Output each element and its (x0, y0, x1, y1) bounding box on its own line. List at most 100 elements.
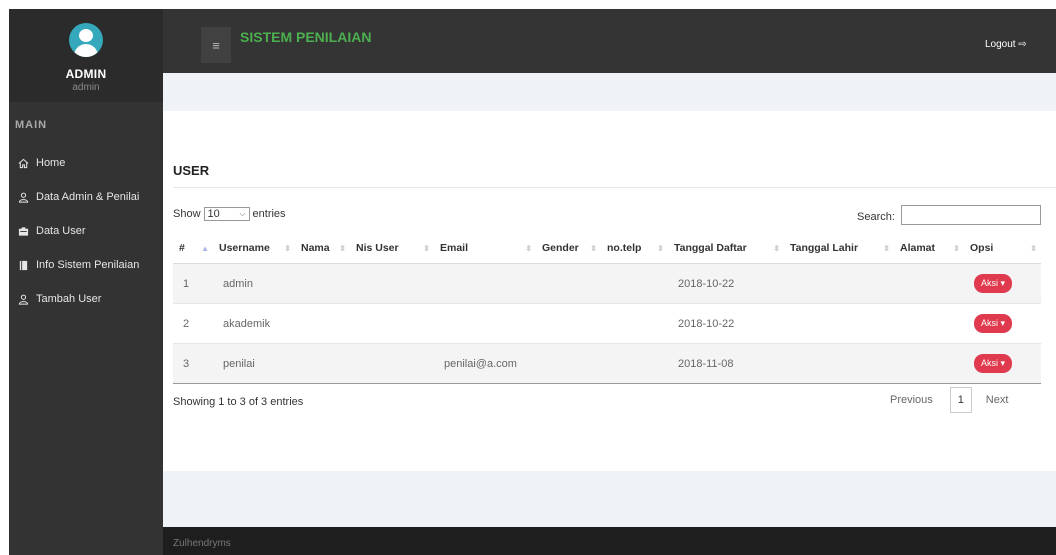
breadcrumb-bar (163, 73, 1056, 111)
top-header: ≡ SISTEM PENILAIAN Logout ⇨ (163, 9, 1056, 73)
cell-opsi: Aksi ▾ (964, 304, 1041, 344)
sidebar-section-title: MAIN (15, 119, 47, 131)
profile-panel: ADMIN admin (9, 9, 163, 102)
sidebar-item-label: Info Sistem Penilaian (36, 259, 139, 271)
footer: Zulhendryms (163, 527, 1056, 555)
column-header-nama[interactable]: Nama⬍ (295, 233, 350, 264)
avatar (69, 23, 103, 57)
pagination-previous[interactable]: Previous (890, 394, 933, 406)
cell-tanggal-daftar: 2018-10-22 (668, 264, 784, 304)
cell-gender (536, 264, 601, 304)
column-header-email[interactable]: Email⬍ (434, 233, 536, 264)
column-header-tanggal-lahir[interactable]: Tanggal Lahir⬍ (784, 233, 894, 264)
sidebar-item-info-sistem[interactable]: Info Sistem Penilaian (9, 248, 163, 282)
sort-icon: ⬍ (953, 244, 960, 253)
sidebar-item-tambah-user[interactable]: Tambah User (9, 282, 163, 316)
search-input[interactable] (901, 205, 1041, 225)
sidebar-item-label: Tambah User (36, 293, 101, 305)
column-header-tanggal-daftar[interactable]: Tanggal Daftar⬍ (668, 233, 784, 264)
sort-asc-icon: ▲ (201, 244, 209, 253)
cell-tanggal-lahir (784, 264, 894, 304)
entries-label: entries (253, 208, 286, 220)
cell-username: penilai (213, 344, 295, 384)
user-icon (16, 294, 30, 305)
app-title: SISTEM PENILAIAN (240, 29, 371, 45)
sidebar-item-label: Data User (36, 225, 86, 237)
sort-icon: ⬍ (657, 244, 664, 253)
cell-nis (350, 344, 434, 384)
cell-no: 1 (173, 264, 213, 304)
sort-icon: ⬍ (590, 244, 597, 253)
table-row: 1 admin 2018-10-22 Aksi ▾ (173, 264, 1041, 304)
table-header-row: #▲ Username⬍ Nama⬍ Nis User⬍ Email⬍ Gend… (173, 233, 1041, 264)
column-header-no-telp[interactable]: no.telp⬍ (601, 233, 668, 264)
sort-icon: ⬍ (284, 244, 291, 253)
chevron-down-icon: ⌵ (239, 209, 245, 219)
sort-icon: ⬍ (1030, 244, 1037, 253)
pagination-page-1[interactable]: 1 (950, 387, 972, 413)
sidebar-item-label: Home (36, 157, 65, 169)
book-icon (16, 260, 30, 271)
pagination-next[interactable]: Next (986, 394, 1009, 406)
sidebar-item-label: Data Admin & Penilai (36, 191, 139, 203)
cell-nama (295, 264, 350, 304)
hamburger-icon: ≡ (212, 38, 220, 53)
cell-no: 3 (173, 344, 213, 384)
sidebar: ADMIN admin MAIN Home Data Admin & Penil… (9, 9, 163, 555)
cell-gender (536, 344, 601, 384)
cell-telp (601, 264, 668, 304)
aksi-dropdown-button[interactable]: Aksi ▾ (974, 354, 1012, 373)
cell-email (434, 264, 536, 304)
pagination: Previous 1 Next (890, 387, 1008, 413)
cell-no: 2 (173, 304, 213, 344)
user-icon (16, 192, 30, 203)
entries-length-control: Show 10 ⌵ entries (173, 207, 286, 221)
id-card-icon (16, 226, 30, 237)
sidebar-item-data-user[interactable]: Data User (9, 214, 163, 248)
sidebar-item-data-admin-penilai[interactable]: Data Admin & Penilai (9, 180, 163, 214)
content-background (163, 471, 1056, 527)
cell-nama (295, 304, 350, 344)
cell-tanggal-daftar: 2018-10-22 (668, 304, 784, 344)
home-icon (16, 158, 30, 169)
column-header-gender[interactable]: Gender⬍ (536, 233, 601, 264)
sort-icon: ⬍ (339, 244, 346, 253)
cell-username: akademik (213, 304, 295, 344)
column-header-alamat[interactable]: Alamat⬍ (894, 233, 964, 264)
entries-select[interactable]: 10 ⌵ (204, 207, 250, 221)
sidebar-nav: Home Data Admin & Penilai Data User Info… (9, 146, 163, 316)
main-card: USER Show 10 ⌵ entries Search: #▲ Userna… (163, 111, 1056, 471)
user-table: #▲ Username⬍ Nama⬍ Nis User⬍ Email⬍ Gend… (173, 233, 1041, 384)
cell-username: admin (213, 264, 295, 304)
cell-nis (350, 304, 434, 344)
logout-link[interactable]: Logout ⇨ (985, 39, 1027, 50)
cell-telp (601, 304, 668, 344)
sort-icon: ⬍ (423, 244, 430, 253)
profile-username: admin (9, 82, 163, 93)
profile-name: ADMIN (9, 67, 163, 81)
column-header-no[interactable]: #▲ (173, 233, 213, 264)
menu-toggle-button[interactable]: ≡ (201, 27, 231, 63)
column-header-opsi[interactable]: Opsi⬍ (964, 233, 1041, 264)
aksi-dropdown-button[interactable]: Aksi ▾ (974, 274, 1012, 293)
sort-icon: ⬍ (773, 244, 780, 253)
cell-nis (350, 264, 434, 304)
cell-gender (536, 304, 601, 344)
sort-icon: ⬍ (525, 244, 532, 253)
table-info: Showing 1 to 3 of 3 entries (173, 396, 303, 408)
column-header-nis-user[interactable]: Nis User⬍ (350, 233, 434, 264)
column-header-username[interactable]: Username⬍ (213, 233, 295, 264)
aksi-dropdown-button[interactable]: Aksi ▾ (974, 314, 1012, 333)
cell-alamat (894, 264, 964, 304)
cell-nama (295, 344, 350, 384)
show-label: Show (173, 208, 201, 220)
sidebar-item-home[interactable]: Home (9, 146, 163, 180)
cell-email: penilai@a.com (434, 344, 536, 384)
table-row: 2 akademik 2018-10-22 Aksi ▾ (173, 304, 1041, 344)
divider (173, 187, 1056, 188)
cell-alamat (894, 304, 964, 344)
footer-text: Zulhendryms (173, 538, 231, 549)
search-label: Search: (857, 211, 895, 223)
table-row: 3 penilai penilai@a.com 2018-11-08 Aksi … (173, 344, 1041, 384)
cell-tanggal-daftar: 2018-11-08 (668, 344, 784, 384)
